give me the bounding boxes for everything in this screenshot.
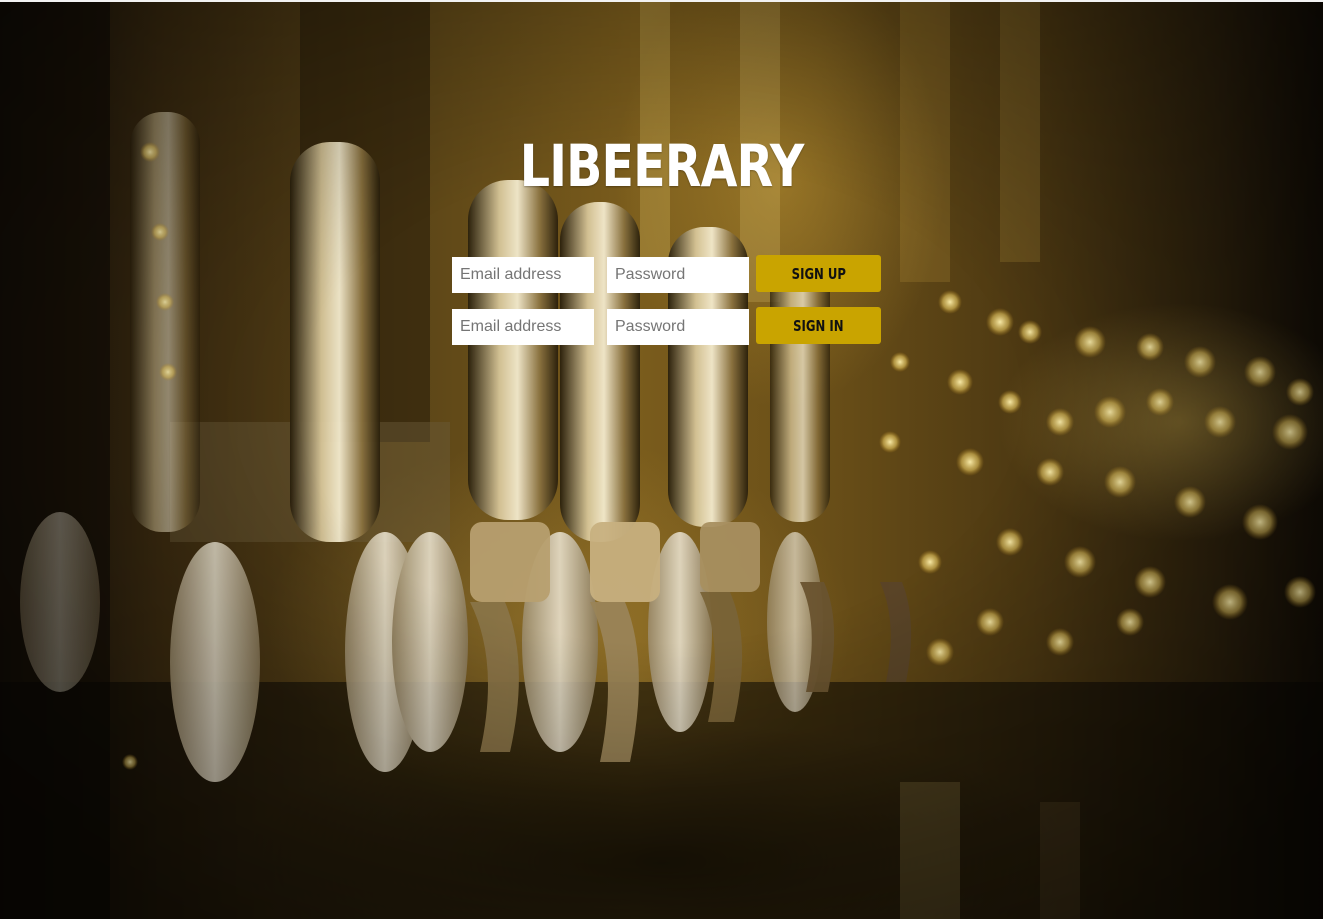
sign-up-button-label: SIGN UP [791,264,846,283]
sign-up-button[interactable]: SIGN UP [756,255,881,292]
signup-form: SIGN UP [452,255,882,293]
sign-in-button-label: SIGN IN [793,316,844,335]
sign-in-button[interactable]: SIGN IN [756,307,881,344]
app-logo: LIBEERARY [519,132,805,200]
signup-password-input[interactable] [607,257,749,293]
login-page: LIBEERARY SIGN UP SIGN IN [0,0,1323,919]
signup-email-input[interactable] [452,257,594,293]
signin-form: SIGN IN [452,307,882,345]
signin-email-input[interactable] [452,309,594,345]
signin-password-input[interactable] [607,309,749,345]
